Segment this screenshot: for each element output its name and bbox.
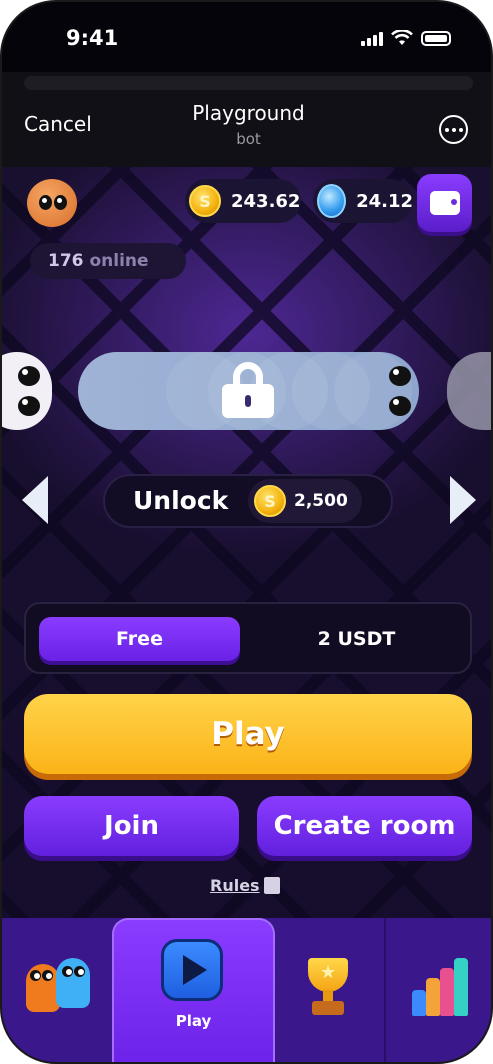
mode-free-tab[interactable]: Free [39, 617, 240, 661]
status-bar: 9:41 [2, 2, 491, 82]
play-icon [161, 939, 223, 1001]
lock-icon [222, 362, 274, 420]
join-button[interactable]: Join [24, 796, 239, 856]
next-skin-arrow-icon[interactable] [450, 476, 476, 524]
unlock-price: 2,500 [248, 479, 362, 523]
online-counter: 176 online [30, 243, 186, 279]
unlock-label: Unlock [133, 486, 229, 515]
status-time: 9:41 [66, 26, 119, 50]
gem-balance-value: 24.12 [356, 190, 413, 212]
previous-skin-arrow-icon[interactable] [22, 476, 48, 524]
create-room-button[interactable]: Create room [257, 796, 472, 856]
document-icon [263, 877, 280, 894]
unlock-price-value: 2,500 [294, 491, 348, 511]
more-options-icon[interactable] [439, 115, 468, 144]
wifi-icon [391, 30, 413, 45]
coin-balance: 243.62 [185, 179, 301, 223]
battery-icon [421, 30, 451, 46]
snakes-icon[interactable] [24, 958, 94, 1016]
tab-divider [384, 918, 386, 1062]
status-icons [361, 30, 451, 46]
diamond-icon [317, 184, 347, 218]
online-count: 176 [48, 251, 84, 271]
wallet-icon [429, 191, 460, 215]
avatar[interactable] [27, 179, 77, 227]
wallet-button[interactable] [417, 174, 472, 232]
tab-play-label: Play [175, 1012, 212, 1030]
rules-label: Rules [210, 876, 260, 895]
coin-icon [189, 185, 221, 217]
app-subtitle: bot [236, 130, 261, 148]
header-handle [24, 76, 473, 90]
play-button[interactable]: Play [24, 694, 472, 774]
cellular-signal-icon [361, 30, 383, 46]
online-label: online [89, 251, 149, 271]
gem-balance: 24.12 [313, 179, 413, 223]
coin-icon [254, 485, 286, 517]
mode-usdt-tab[interactable]: 2 USDT [256, 617, 457, 661]
stats-icon[interactable] [412, 956, 470, 1016]
coin-balance-value: 243.62 [231, 190, 301, 212]
trophy-icon[interactable]: ★ [298, 956, 358, 1018]
phone-frame: 9:41 Cancel Playground bot 243.62 24.12 [0, 0, 493, 1064]
app-title: Playground [192, 101, 305, 125]
rules-link[interactable]: Rules [210, 876, 280, 895]
